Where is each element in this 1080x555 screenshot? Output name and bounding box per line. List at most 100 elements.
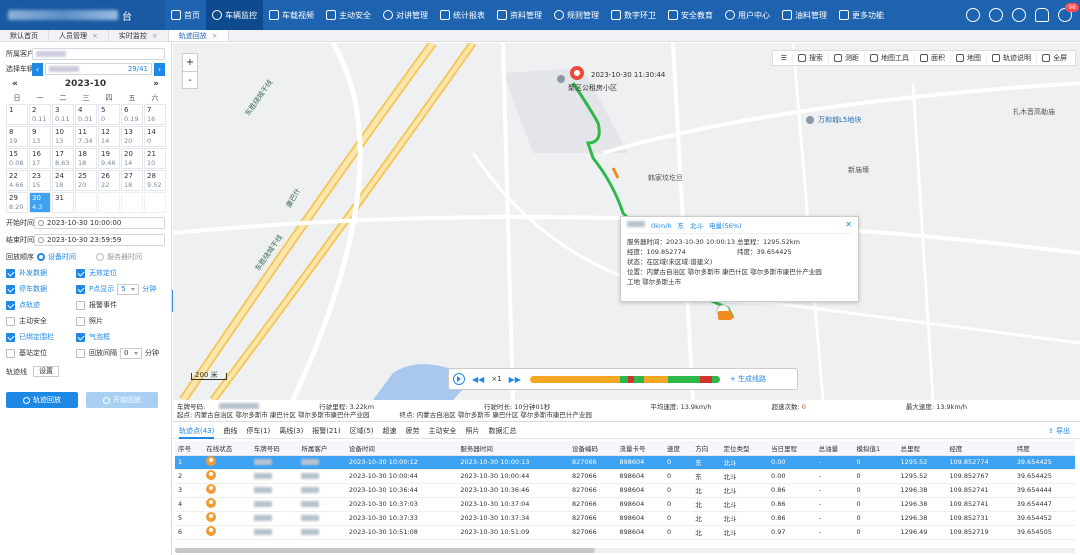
column-header[interactable]: 总油量 xyxy=(815,441,854,456)
tab-1[interactable]: 人员管理 × xyxy=(49,30,109,41)
column-header[interactable]: 所属客户 xyxy=(298,441,346,456)
search-icon[interactable] xyxy=(966,8,980,22)
nav-item-0[interactable]: 首页 xyxy=(165,0,206,30)
p-display-select[interactable]: 5 xyxy=(117,283,140,295)
close-icon[interactable]: × xyxy=(152,32,158,40)
fast-forward-icon[interactable]: ▶▶ xyxy=(509,375,521,384)
calendar-day[interactable]: 50 xyxy=(98,104,120,125)
calendar-day[interactable]: 23 15 xyxy=(29,170,51,191)
calendar-day[interactable]: 14 0 xyxy=(144,126,166,147)
next-vehicle-button[interactable]: › xyxy=(154,62,165,76)
gear-icon[interactable] xyxy=(989,8,1003,22)
column-header[interactable]: 流量卡号 xyxy=(616,441,665,456)
column-header[interactable]: 经度 xyxy=(946,441,1014,456)
table-row[interactable]: 3 2023-10-30 10:36:44 2023-10-30 10:36:46 8… xyxy=(175,483,1075,498)
calendar-day[interactable]: 2 0.11 xyxy=(29,104,51,125)
checkbox-box[interactable] xyxy=(6,316,15,326)
calendar-day[interactable]: 27 18 xyxy=(121,170,143,191)
calendar-day[interactable]: 13 20 xyxy=(121,126,143,147)
map-tool-6[interactable]: 全屏 xyxy=(1037,53,1072,63)
column-header[interactable]: 设备编码 xyxy=(568,441,617,456)
calendar-day[interactable]: 19 9.46 xyxy=(98,148,120,169)
column-header[interactable]: 设备时间 xyxy=(345,441,458,456)
nav-item-2[interactable]: 车载视频 xyxy=(263,0,320,30)
nav-item-5[interactable]: 统计报表 xyxy=(434,0,491,30)
start-time-input[interactable]: 2023-10-30 10:00:00 xyxy=(34,217,165,229)
calendar-day[interactable]: 20 14 xyxy=(121,148,143,169)
checkbox-box[interactable] xyxy=(76,348,85,358)
tab-3[interactable]: 轨迹回放 × xyxy=(168,30,229,41)
option-checkbox[interactable]: P点显示 5 分钟 xyxy=(76,283,166,295)
option-checkbox[interactable]: 基站定位 xyxy=(6,347,76,359)
close-icon[interactable]: × xyxy=(212,32,218,40)
export-button[interactable]: ⇪ 导出 xyxy=(1048,426,1070,436)
prev-vehicle-button[interactable]: ‹ xyxy=(32,62,43,76)
column-header[interactable]: 车牌号码 xyxy=(250,441,299,456)
checkbox-box[interactable] xyxy=(76,332,85,342)
calendar-day[interactable]: 22 4.66 xyxy=(6,170,28,191)
option-checkbox[interactable]: 主动安全 xyxy=(6,315,76,327)
map-tool-5[interactable]: 轨迹说明 xyxy=(987,53,1037,63)
nav-item-12[interactable]: 更多功能 xyxy=(833,0,890,30)
table-tab-1[interactable]: 曲线 xyxy=(223,423,237,439)
calendar-day[interactable]: 10 13 xyxy=(52,126,74,147)
customer-select[interactable] xyxy=(32,48,165,60)
map-tool-4[interactable]: 地图 xyxy=(951,53,987,63)
progress-track[interactable] xyxy=(529,375,720,383)
calendar-day[interactable]: 30 4.3 xyxy=(29,192,51,213)
map-tool-0[interactable]: 搜索 xyxy=(793,53,829,63)
column-header[interactable]: 模拟值1 xyxy=(853,441,898,456)
map-tool-1[interactable]: 测距 xyxy=(829,53,865,63)
checkbox-box[interactable] xyxy=(6,300,15,310)
table-row[interactable]: 1 2023-10-30 10:00:12 2023-10-30 10:00:13 8… xyxy=(175,455,1075,470)
table-tab-10[interactable]: 数据汇总 xyxy=(489,423,517,439)
column-header[interactable]: 纬度 xyxy=(1013,441,1075,456)
checkbox-box[interactable] xyxy=(76,300,85,310)
interval-select[interactable]: 0 xyxy=(120,347,142,359)
zoom-out-button[interactable]: - xyxy=(183,72,197,89)
map-tool-3[interactable]: 面积 xyxy=(915,53,951,63)
option-checkbox[interactable]: 停车数据 xyxy=(6,283,76,295)
close-icon[interactable]: × xyxy=(92,32,98,40)
checkbox-box[interactable] xyxy=(6,284,15,294)
generate-route-button[interactable]: + 生成线路 xyxy=(730,374,766,384)
table-tab-3[interactable]: 离线(3) xyxy=(279,423,303,439)
calendar-day[interactable]: 17 8.63 xyxy=(52,148,74,169)
table-tab-8[interactable]: 主动安全 xyxy=(429,423,457,439)
column-header[interactable]: 当日里程 xyxy=(768,441,816,456)
calendar-day[interactable]: 3 0.11 xyxy=(52,104,74,125)
checkbox-box[interactable] xyxy=(76,268,85,278)
table-row[interactable]: 5 2023-10-30 10:37:33 2023-10-30 10:37:34 8… xyxy=(175,511,1075,526)
table-row[interactable]: 2 2023-10-30 10:00:44 2023-10-30 10:00:44 8… xyxy=(175,469,1075,484)
calendar-day[interactable]: 11 7.34 xyxy=(75,126,97,147)
start-playback-button[interactable]: 开始回放 xyxy=(86,392,158,408)
calendar-day[interactable]: 25 20 xyxy=(75,170,97,191)
column-header[interactable]: 服务器时间 xyxy=(457,441,569,456)
zoom-in-button[interactable]: + xyxy=(183,54,197,72)
tab-0[interactable]: 默认首页 xyxy=(0,30,49,41)
nav-item-11[interactable]: 油料管理 xyxy=(776,0,833,30)
calendar-day[interactable]: 6 0.19 xyxy=(121,104,143,125)
end-time-input[interactable]: 2023-10-30 23:59:59 xyxy=(34,234,165,246)
checkbox-box[interactable] xyxy=(76,284,85,294)
table-scrollbar[interactable] xyxy=(175,548,1075,553)
nav-item-6[interactable]: 资料管理 xyxy=(491,0,548,30)
play-icon[interactable] xyxy=(453,373,465,385)
table-row[interactable]: 4 2023-10-30 10:37:03 2023-10-30 10:37:04 8… xyxy=(175,497,1075,512)
option-checkbox[interactable]: 无效定位 xyxy=(76,267,166,279)
map-view[interactable]: 东胜绕城干线 东胜绕城干线 康巴什 万和城L5地块 新庙壕 扎木音高勒庙 韩家坟… xyxy=(173,43,1080,400)
checkbox-box[interactable] xyxy=(76,316,85,326)
nav-item-10[interactable]: 用户中心 xyxy=(719,0,776,30)
calendar-day[interactable]: 7 16 xyxy=(144,104,166,125)
calendar-day[interactable]: 4 0.31 xyxy=(75,104,97,125)
calendar-day[interactable]: 21 10 xyxy=(144,148,166,169)
column-header[interactable]: 方向 xyxy=(692,441,721,456)
order-device-radio[interactable] xyxy=(37,252,45,261)
close-icon[interactable]: ✕ xyxy=(845,220,852,230)
next-month-icon[interactable]: » xyxy=(153,79,159,89)
message-icon[interactable]: 96 xyxy=(1058,3,1079,22)
table-tab-7[interactable]: 疲劳 xyxy=(406,423,420,439)
table-tab-4[interactable]: 报警(21) xyxy=(312,423,340,439)
table-tab-9[interactable]: 照片 xyxy=(466,423,480,439)
rewind-icon[interactable]: ◀◀ xyxy=(472,375,484,384)
